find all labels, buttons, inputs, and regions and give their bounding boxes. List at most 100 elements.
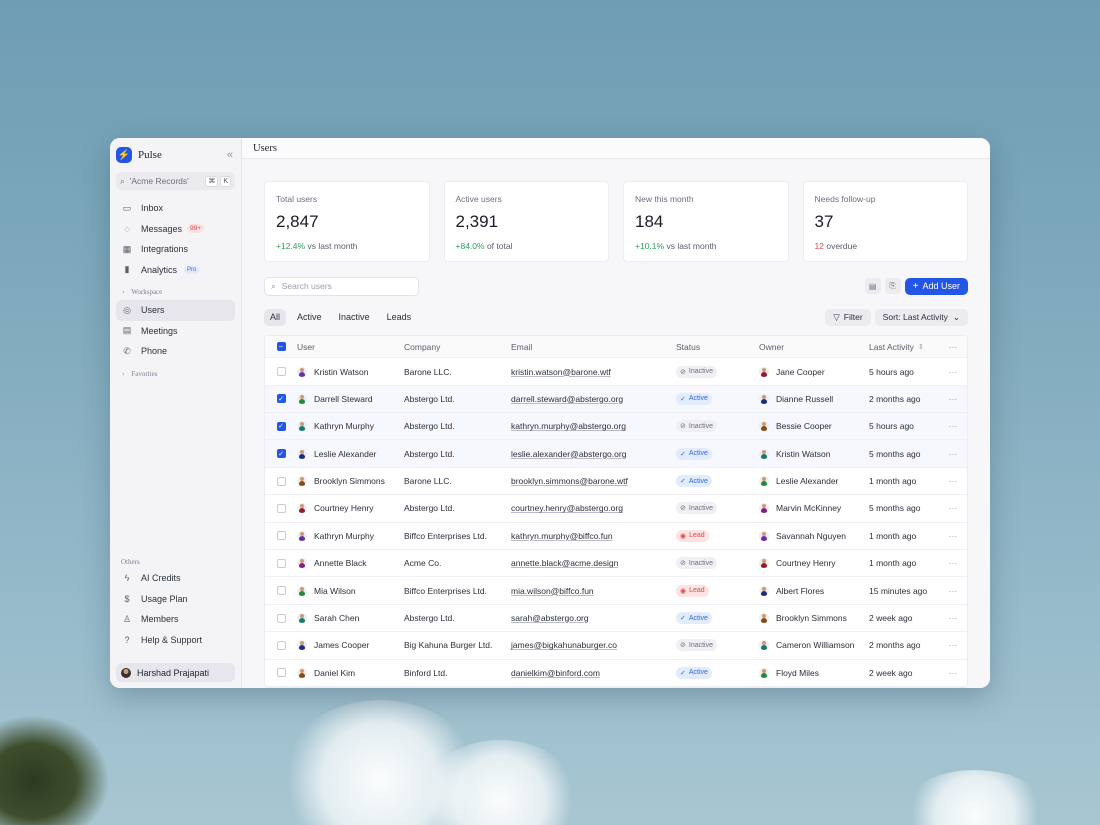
avatar [121, 667, 131, 678]
row-checkbox[interactable] [276, 531, 286, 541]
sidebar-item-help-support[interactable]: ? Help & Support [116, 630, 235, 651]
workspace-section-toggle[interactable]: › Workspace [116, 284, 235, 300]
sidebar-item-analytics[interactable]: ▮ Analytics Pro [116, 260, 235, 281]
sidebar-item-members[interactable]: ♙ Members [116, 609, 235, 630]
command-search[interactable]: ⌕ 'Acme Records' ⌘ K [116, 172, 235, 190]
email-link[interactable]: danielkim@binford.com [511, 668, 600, 678]
tree-foliage [0, 715, 110, 825]
more-icon[interactable]: ··· [941, 421, 965, 431]
table-row[interactable]: Sarah Chen Abstergo Ltd. sarah@abstergo.or… [265, 605, 967, 633]
more-icon[interactable]: ··· [941, 640, 965, 650]
app-name: Pulse [138, 149, 162, 161]
more-icon[interactable]: ··· [941, 531, 965, 541]
col-user[interactable]: User [297, 342, 404, 352]
col-last-activity[interactable]: Last Activity ⇕ [869, 342, 941, 352]
row-checkbox[interactable] [276, 558, 286, 568]
status-label: Active [688, 669, 708, 677]
table-row[interactable]: ✓ Leslie Alexander Abstergo Ltd. leslie.ale… [265, 440, 967, 468]
user-name: Darrell Steward [314, 393, 373, 404]
last-activity-cell: 5 months ago [869, 448, 921, 459]
avatar [759, 366, 769, 377]
more-icon[interactable]: ··· [941, 342, 965, 352]
search-users-input[interactable]: ⌕ Search users [264, 276, 419, 296]
email-cell: annette.black@acme.design [511, 558, 676, 568]
table-row[interactable]: Brooklyn Simmons Barone LLC. brooklyn.simm… [265, 468, 967, 496]
more-icon[interactable]: ··· [941, 503, 965, 513]
more-icon[interactable]: ··· [941, 668, 965, 678]
filter-button[interactable]: ▽ Filter [825, 308, 871, 326]
col-owner[interactable]: Owner [759, 342, 869, 352]
row-checkbox[interactable] [276, 476, 286, 486]
email-link[interactable]: brooklyn.simmons@barone.wtf [511, 476, 628, 486]
import-icon[interactable]: ⎘ [884, 278, 901, 295]
table-row[interactable]: Daniel Kim Binford Ltd. danielkim@binford.… [265, 660, 967, 687]
add-user-button[interactable]: + Add User [904, 277, 968, 295]
sidebar-item-phone[interactable]: ✆ Phone [116, 341, 235, 362]
email-link[interactable]: sarah@abstergo.org [511, 613, 589, 623]
export-icon[interactable]: ▤ [864, 278, 881, 295]
table-row[interactable]: Annette Black Acme Co. annette.black@acme.… [265, 550, 967, 578]
collapse-sidebar-icon[interactable]: « [227, 149, 235, 161]
sort-label: Sort: Last Activity [882, 312, 948, 323]
row-select-cell [265, 476, 297, 486]
email-link[interactable]: annette.black@acme.design [511, 558, 618, 568]
more-icon[interactable]: ··· [941, 449, 965, 459]
row-checkbox[interactable] [276, 367, 286, 376]
sidebar-item-integrations[interactable]: ▦ Integrations [116, 239, 235, 260]
inactive-icon: ⊘ [680, 505, 686, 513]
sidebar-item-ai-credits[interactable]: ϟ AI Credits [116, 568, 235, 589]
col-email[interactable]: Email [511, 342, 676, 352]
row-checkbox[interactable] [276, 668, 286, 678]
email-link[interactable]: leslie.alexander@abstergo.org [511, 449, 626, 459]
avatar [297, 640, 307, 651]
row-checkbox[interactable] [276, 586, 286, 596]
select-all-checkbox[interactable]: – [276, 342, 286, 352]
user-cell: Kathryn Murphy [297, 421, 404, 432]
more-icon[interactable]: ··· [941, 367, 965, 377]
col-status[interactable]: Status [676, 342, 759, 352]
email-link[interactable]: kathryn.murphy@biffco.fun [511, 531, 613, 541]
phone-icon: ✆ [123, 345, 131, 356]
more-icon[interactable]: ··· [941, 558, 965, 568]
row-checkbox[interactable] [276, 640, 286, 650]
sidebar-item-meetings[interactable]: ▤ Meetings [116, 321, 235, 342]
sidebar-item-inbox[interactable]: ▭ Inbox [116, 198, 235, 219]
table-row[interactable]: ✓ Darrell Steward Abstergo Ltd. darrell.ste… [265, 385, 967, 414]
email-link[interactable]: kristin.watson@barone.wtf [511, 367, 611, 377]
table-row[interactable]: Courtney Henry Abstergo Ltd. courtney.henr… [265, 495, 967, 523]
more-icon[interactable]: ··· [941, 613, 965, 623]
more-icon[interactable]: ··· [941, 586, 965, 596]
col-company[interactable]: Company [404, 342, 511, 352]
email-link[interactable]: james@bigkahunaburger.co [511, 640, 617, 650]
status-badge: ⊘ Inactive [676, 639, 717, 652]
table-row[interactable]: ✓ Kathryn Murphy Abstergo Ltd. kathryn.murp… [265, 413, 967, 441]
row-checkbox[interactable]: ✓ [276, 421, 286, 431]
profile-button[interactable]: Harshad Prajapati [116, 663, 235, 682]
sidebar-item-usage-plan[interactable]: $ Usage Plan [116, 589, 235, 610]
email-link[interactable]: darrell.steward@abstergo.org [511, 394, 623, 404]
row-checkbox[interactable]: ✓ [276, 449, 286, 459]
tab-all[interactable]: All [264, 308, 287, 326]
row-checkbox[interactable]: ✓ [276, 394, 286, 404]
row-checkbox[interactable] [276, 503, 286, 513]
more-icon[interactable]: ··· [941, 476, 965, 486]
table-row[interactable]: James Cooper Big Kahuna Burger Ltd. james@… [265, 632, 967, 660]
email-link[interactable]: kathryn.murphy@abstergo.org [511, 421, 626, 431]
tab-leads[interactable]: Leads [381, 309, 418, 326]
tab-inactive[interactable]: Inactive [333, 309, 376, 326]
row-checkbox[interactable] [276, 613, 286, 623]
table-row[interactable]: Kathryn Murphy Biffco Enterprises Ltd. kat… [265, 523, 967, 551]
email-link[interactable]: courtney.henry@abstergo.org [511, 503, 623, 513]
tab-active[interactable]: Active [291, 309, 328, 326]
chevron-down-icon: ⌄ [952, 311, 960, 322]
sort-dropdown[interactable]: Sort: Last Activity ⌄ [874, 308, 968, 326]
table-row[interactable]: Kristin Watson Barone LLC. kristin.watson@… [265, 358, 967, 386]
table-row[interactable]: Mia Wilson Biffco Enterprises Ltd. mia.wil… [265, 577, 967, 605]
sidebar-item-messages[interactable]: ◌ Messages 99+ [116, 219, 235, 240]
sidebar-item-users[interactable]: ◎ Users [116, 300, 235, 321]
email-link[interactable]: mia.wilson@biffco.fun [511, 586, 594, 596]
stat-card: Total users 2,847 +12.4% vs last month [264, 181, 430, 263]
favorites-section-toggle[interactable]: › Favorites [116, 366, 235, 382]
owner-name: Courtney Henry [776, 558, 836, 569]
more-icon[interactable]: ··· [941, 394, 965, 404]
